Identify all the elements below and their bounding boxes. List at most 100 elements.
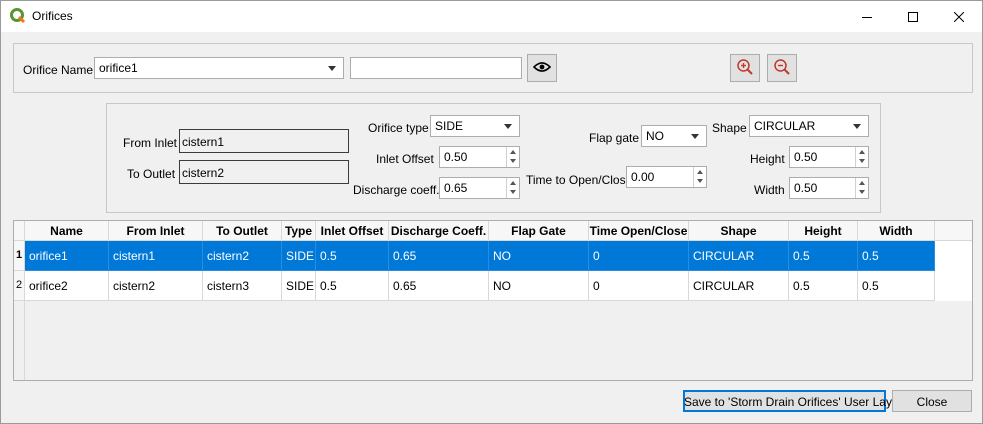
table-cell[interactable]: 0.5	[858, 271, 935, 301]
to-outlet-label: To Outlet	[127, 167, 176, 181]
column-header[interactable]: From Inlet	[109, 221, 203, 241]
spin-arrows-icon[interactable]	[693, 167, 706, 187]
discharge-coeff-label: Discharge coeff.	[353, 183, 440, 197]
column-header[interactable]: Type	[282, 221, 316, 241]
height-label: Height	[750, 152, 785, 166]
table-cell[interactable]: cistern2	[203, 241, 282, 271]
table-cell[interactable]: SIDE	[282, 271, 316, 301]
column-header[interactable]: Shape	[689, 221, 789, 241]
flap-gate-combo[interactable]: NO	[641, 125, 707, 147]
flap-gate-value: NO	[646, 129, 664, 143]
table-cell[interactable]: SIDE	[282, 241, 316, 271]
shape-label: Shape	[712, 121, 747, 135]
column-header[interactable]: To Outlet	[203, 221, 282, 241]
zoom-out-icon	[773, 58, 791, 79]
height-spinbox[interactable]: 0.50	[789, 146, 869, 168]
chevron-down-icon	[504, 124, 512, 129]
eye-button[interactable]	[527, 54, 557, 82]
chevron-down-icon	[691, 134, 699, 139]
time-open-close-label: Time to Open/Close	[526, 173, 633, 187]
table-empty-area	[25, 301, 972, 380]
from-inlet-field: cistern1	[179, 129, 349, 153]
table-cell[interactable]: 0.5	[316, 271, 389, 301]
zoom-in-button[interactable]	[730, 54, 760, 82]
column-header[interactable]: Flap Gate	[489, 221, 589, 241]
table-cell[interactable]: 0	[589, 241, 689, 271]
width-label: Width	[754, 183, 785, 197]
shape-value: CIRCULAR	[754, 119, 816, 133]
row-header-filler	[14, 301, 25, 380]
orifice-type-combo[interactable]: SIDE	[430, 115, 520, 137]
table-cell[interactable]: 0.5	[858, 241, 935, 271]
spin-arrows-icon[interactable]	[855, 178, 868, 198]
table-cell[interactable]: orifice2	[25, 271, 109, 301]
zoom-in-icon	[736, 58, 754, 79]
row-number[interactable]: 2	[14, 271, 25, 301]
inlet-offset-value: 0.50	[444, 150, 468, 164]
column-header[interactable]: Height	[789, 221, 858, 241]
table-cell[interactable]: NO	[489, 271, 589, 301]
save-to-user-layer-button[interactable]: Save to 'Storm Drain Orifices' User Laye…	[683, 390, 903, 412]
close-icon	[954, 11, 964, 22]
to-outlet-field: cistern2	[179, 160, 349, 184]
column-header[interactable]: Discharge Coeff.	[389, 221, 489, 241]
orifice-type-label: Orifice type	[368, 121, 429, 135]
window-title: Orifices	[32, 9, 73, 23]
orifices-table[interactable]: Name From Inlet To Outlet Type Inlet Off…	[13, 220, 973, 381]
inlet-offset-label: Inlet Offset	[376, 152, 434, 166]
orifice-type-value: SIDE	[435, 119, 464, 133]
column-header[interactable]: Name	[25, 221, 109, 241]
time-open-close-spinbox[interactable]: 0.00	[626, 166, 707, 188]
table-cell[interactable]: orifice1	[25, 241, 109, 271]
minimize-icon	[862, 12, 872, 22]
dialog-window: Orifices Orifice Name: orifice1 From Inl…	[0, 0, 983, 424]
zoom-out-button[interactable]	[767, 54, 797, 82]
table-cell[interactable]: cistern3	[203, 271, 282, 301]
discharge-coeff-spinbox[interactable]: 0.65	[439, 177, 520, 199]
orifice-name-value: orifice1	[99, 61, 138, 75]
flap-gate-label: Flap gate	[589, 131, 640, 145]
spin-arrows-icon[interactable]	[855, 147, 868, 167]
row-number[interactable]: 1	[14, 241, 25, 271]
spin-arrows-icon[interactable]	[506, 147, 519, 167]
orifice-select-group: Orifice Name: orifice1	[13, 43, 973, 93]
discharge-coeff-value: 0.65	[444, 181, 468, 195]
table-cell[interactable]: 0.5	[789, 271, 858, 301]
table-cell[interactable]: cistern2	[109, 271, 203, 301]
eye-icon	[532, 61, 552, 76]
minimize-button[interactable]	[844, 1, 890, 32]
search-field[interactable]	[350, 57, 522, 79]
corner-header[interactable]	[14, 221, 25, 241]
column-header[interactable]: Time Open/Close	[589, 221, 689, 241]
table-cell[interactable]: 0.5	[789, 241, 858, 271]
orifice-name-combo[interactable]: orifice1	[94, 57, 344, 79]
column-header[interactable]: Width	[858, 221, 935, 241]
close-button[interactable]: Close	[892, 390, 972, 412]
qgis-icon	[10, 8, 26, 24]
orifice-name-label: Orifice Name:	[23, 63, 97, 77]
table-cell[interactable]: 0.65	[389, 271, 489, 301]
table-cell[interactable]: CIRCULAR	[689, 241, 789, 271]
maximize-icon	[908, 11, 918, 22]
title-bar: Orifices	[1, 1, 982, 32]
column-header[interactable]: Inlet Offset	[316, 221, 389, 241]
maximize-button[interactable]	[890, 1, 936, 32]
table-cell[interactable]: cistern1	[109, 241, 203, 271]
width-spinbox[interactable]: 0.50	[789, 177, 869, 199]
chevron-down-icon	[328, 66, 336, 71]
header-filler	[935, 221, 972, 241]
from-inlet-label: From Inlet	[123, 136, 178, 150]
close-window-button[interactable]	[936, 1, 982, 32]
shape-combo[interactable]: CIRCULAR	[749, 115, 869, 137]
width-value: 0.50	[794, 181, 818, 195]
inlet-offset-spinbox[interactable]: 0.50	[439, 146, 520, 168]
table-cell[interactable]: 0.5	[316, 241, 389, 271]
orifice-params-group: From Inlet cistern1 To Outlet cistern2 O…	[106, 103, 881, 213]
table-cell[interactable]: 0.65	[389, 241, 489, 271]
table-cell[interactable]: NO	[489, 241, 589, 271]
spin-arrows-icon[interactable]	[506, 178, 519, 198]
time-open-close-value: 0.00	[631, 170, 655, 184]
table-cell[interactable]: 0	[589, 271, 689, 301]
chevron-down-icon	[853, 124, 861, 129]
table-cell[interactable]: CIRCULAR	[689, 271, 789, 301]
